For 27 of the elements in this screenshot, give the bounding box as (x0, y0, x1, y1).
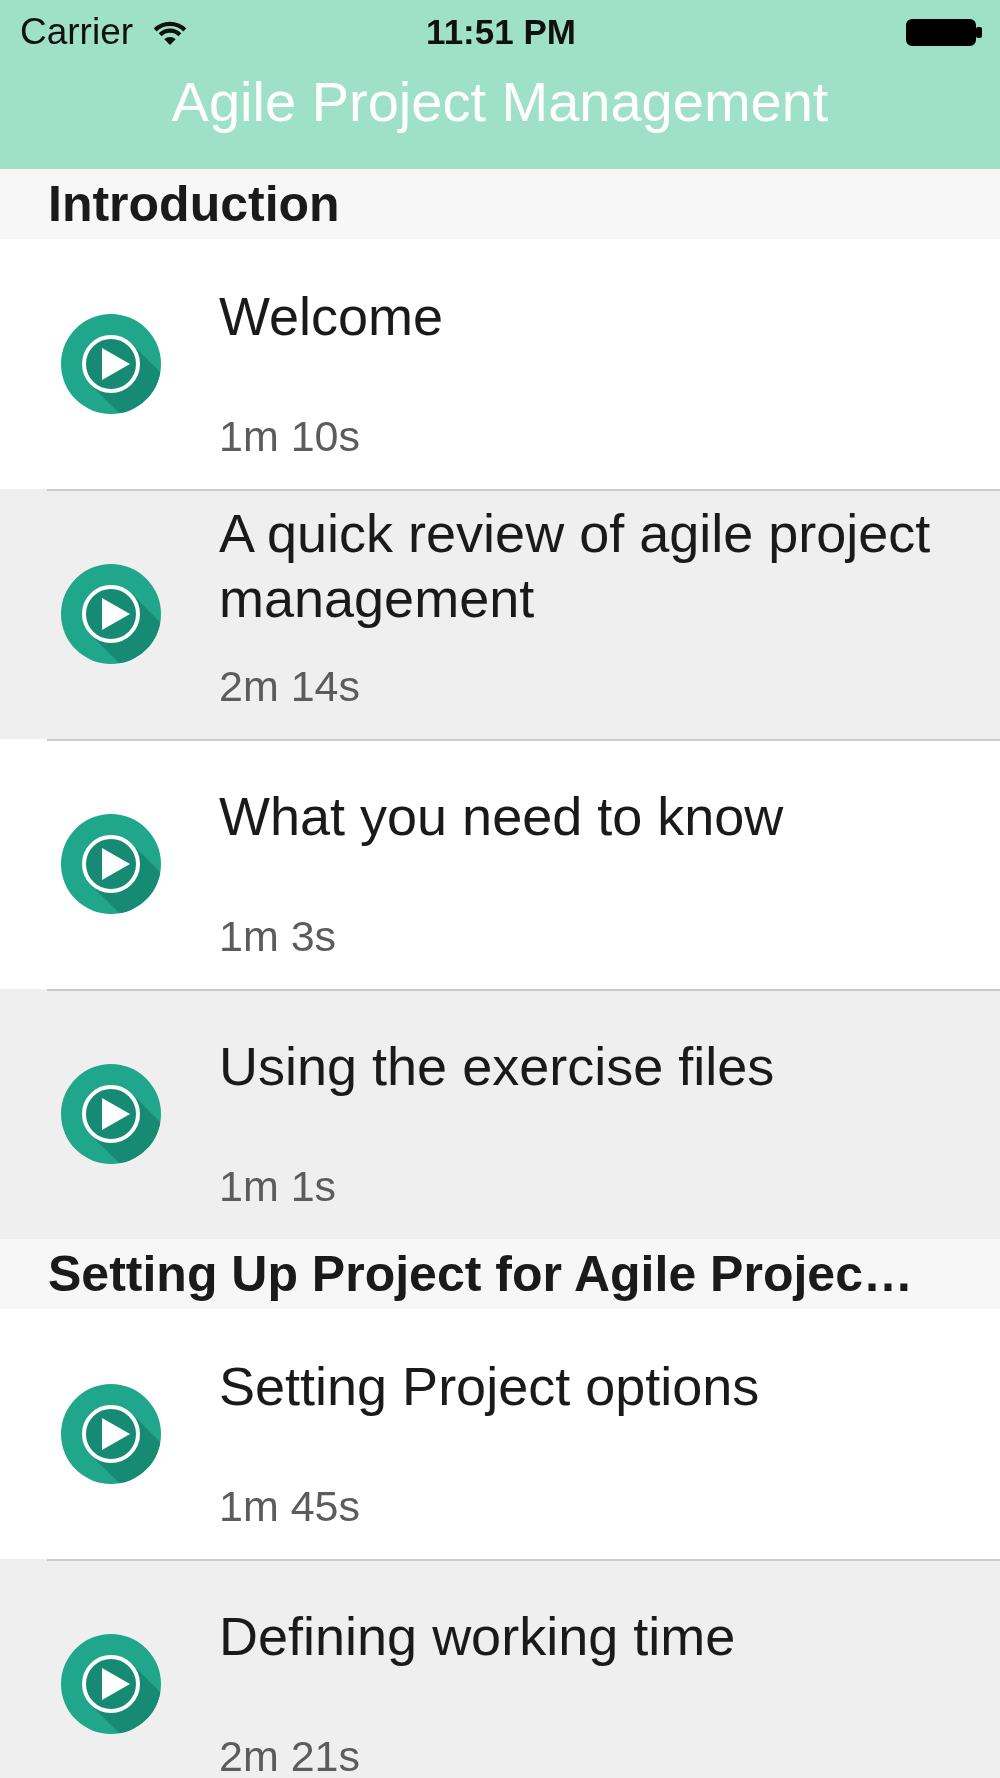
nav-title: Agile Project Management (171, 69, 829, 135)
play-icon (61, 564, 161, 664)
play-icon (61, 814, 161, 914)
battery-icon (906, 18, 982, 46)
lesson-duration: 1m 45s (219, 1481, 360, 1532)
lesson-title: Defining working time (219, 1604, 736, 1668)
lesson-title: Welcome (219, 284, 444, 348)
lesson-duration: 2m 21s (219, 1731, 360, 1778)
play-icon (61, 1634, 161, 1734)
section-header: Setting Up Project for Agile Projec… (0, 1239, 1000, 1309)
lesson-title: Using the exercise files (219, 1034, 775, 1098)
lesson-duration: 1m 10s (219, 411, 360, 462)
lesson-row[interactable]: Defining working time 2m 21s (0, 1559, 1000, 1778)
carrier-label: Carrier (20, 11, 134, 53)
play-icon (61, 1064, 161, 1164)
lesson-duration: 1m 1s (219, 1161, 337, 1212)
section-header: Introduction (0, 169, 1000, 239)
lesson-duration: 2m 14s (219, 661, 360, 712)
lesson-title: Setting Project options (219, 1354, 760, 1418)
lesson-row[interactable]: Using the exercise files 1m 1s (0, 989, 1000, 1239)
play-icon (61, 1384, 161, 1484)
lesson-row[interactable]: A quick review of agile project management 2m 14s (0, 489, 1000, 739)
lesson-title: What you need to know (219, 784, 784, 848)
play-icon (61, 314, 161, 414)
status-time: 11:51 PM (426, 12, 576, 52)
lesson-title: A quick review of agile project management (219, 502, 932, 630)
lesson-duration: 1m 3s (219, 911, 337, 962)
